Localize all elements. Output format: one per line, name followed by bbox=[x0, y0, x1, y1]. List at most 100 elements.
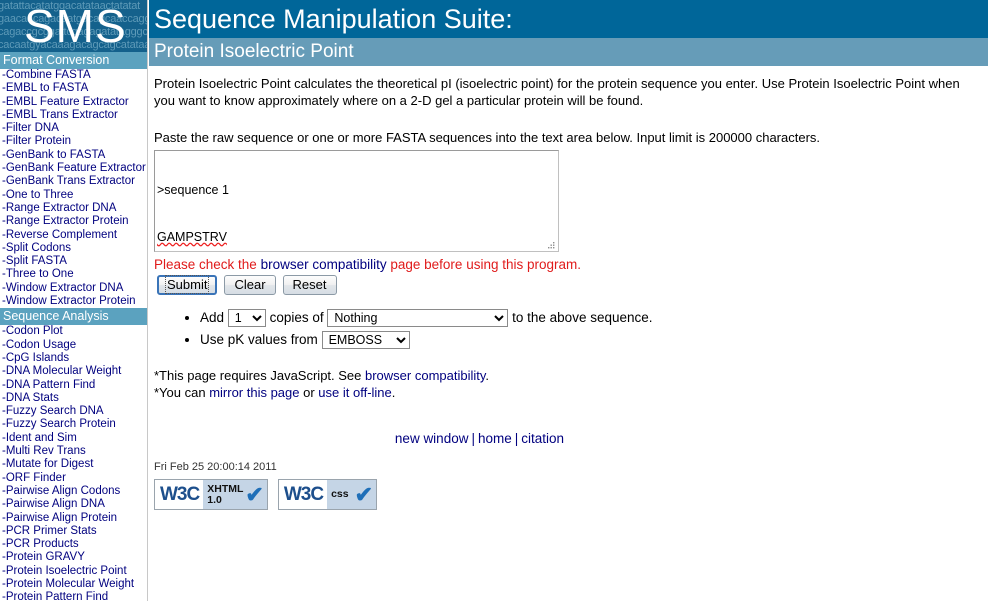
use-offline-link[interactable]: use it off-line bbox=[318, 385, 391, 400]
options-list: Add 12345678910 copies of NothingHistidi… bbox=[154, 307, 983, 350]
sidebar: gatattacatatggacatataactatatat gaacaacag… bbox=[0, 0, 148, 601]
tool-description: Protein Isoelectric Point calculates the… bbox=[154, 76, 960, 108]
timestamp: Fri Feb 25 20:00:14 2011 bbox=[154, 461, 277, 473]
sidebar-item-window-extractor-protein[interactable]: -Window Extractor Protein bbox=[0, 295, 147, 308]
clear-button[interactable]: Clear bbox=[224, 275, 276, 295]
logo-text: SMS bbox=[24, 0, 127, 52]
css-badge-lines: css bbox=[331, 480, 353, 500]
browser-warning: Please check the browser compatibility p… bbox=[154, 257, 983, 273]
copies-count-select[interactable]: 12345678910 bbox=[227, 309, 266, 328]
sidebar-item-protein-gravy[interactable]: -Protein GRAVY bbox=[0, 551, 147, 564]
sidebar-item-pcr-products[interactable]: -PCR Products bbox=[0, 538, 147, 551]
warning-text-after: page before using this program. bbox=[386, 257, 581, 272]
xhtml-badge-lines: XHTML 1.0 bbox=[207, 480, 243, 506]
clear-button-label: Clear bbox=[234, 277, 266, 292]
xhtml-validator-badge[interactable]: W3C XHTML 1.0 ✔ bbox=[154, 479, 268, 510]
sidebar-item-mutate-for-digest[interactable]: -Mutate for Digest bbox=[0, 458, 147, 471]
sidebar-item-embl-to-fasta[interactable]: -EMBL to FASTA bbox=[0, 82, 147, 95]
sidebar-item-dna-molecular-weight[interactable]: -DNA Molecular Weight bbox=[0, 365, 147, 378]
css-validator-badge[interactable]: W3C css ✔ bbox=[277, 479, 378, 510]
warning-text-before: Please check the bbox=[154, 257, 261, 272]
page-subtitle: Protein Isoelectric Point bbox=[149, 38, 988, 66]
reset-button[interactable]: Reset bbox=[282, 275, 337, 295]
sidebar-item-genbank-to-fasta[interactable]: -GenBank to FASTA bbox=[0, 149, 147, 162]
button-row: Submit Clear Reset bbox=[157, 275, 983, 295]
sidebar-item-cpg-islands[interactable]: -CpG Islands bbox=[0, 352, 147, 365]
sidebar-section-heading: Format Conversion bbox=[0, 52, 147, 69]
sidebar-nav: Format Conversion -Combine FASTA -EMBL to … bbox=[0, 52, 147, 601]
sidebar-item-genbank-trans-extractor[interactable]: -GenBank Trans Extractor bbox=[0, 175, 147, 188]
w3c-logo-text: W3C bbox=[283, 484, 324, 505]
sequence-line: GAMPSTRV bbox=[157, 229, 227, 244]
sidebar-item-combine-fasta[interactable]: -Combine FASTA bbox=[0, 69, 147, 82]
sidebar-item-protein-isoelectric-point[interactable]: -Protein Isoelectric Point bbox=[0, 565, 147, 578]
sidebar-item-split-codons[interactable]: -Split Codons bbox=[0, 242, 147, 255]
sidebar-item-protein-pattern-find[interactable]: -Protein Pattern Find bbox=[0, 591, 147, 601]
note-browser-compatibility-link[interactable]: browser compatibility bbox=[365, 368, 485, 383]
page-title: Sequence Manipulation Suite: bbox=[149, 0, 988, 38]
note-javascript-before: *This page requires JavaScript. See bbox=[154, 368, 365, 383]
add-copies-prefix: Add bbox=[200, 310, 225, 325]
sidebar-item-codon-usage[interactable]: -Codon Usage bbox=[0, 339, 147, 352]
note-mirror-mid: or bbox=[299, 384, 319, 400]
sidebar-item-embl-feature-extractor[interactable]: -EMBL Feature Extractor bbox=[0, 96, 147, 109]
submit-button-label: Submit bbox=[164, 275, 210, 294]
link-separator: | bbox=[471, 431, 475, 446]
browser-compatibility-link[interactable]: browser compatibility bbox=[261, 257, 387, 272]
note-mirror: *You can mirror this page or use it off-… bbox=[154, 385, 983, 402]
xhtml-badge-line2: 1.0 bbox=[207, 494, 222, 506]
sidebar-item-codon-plot[interactable]: -Codon Plot bbox=[0, 325, 147, 338]
sidebar-item-reverse-complement[interactable]: -Reverse Complement bbox=[0, 229, 147, 242]
sidebar-item-range-extractor-protein[interactable]: -Range Extractor Protein bbox=[0, 215, 147, 228]
page-root: gatattacatatggacatataactatatat gaacaacag… bbox=[0, 0, 988, 601]
new-window-link[interactable]: new window bbox=[395, 431, 469, 446]
copies-item-select[interactable]: NothingHistidine tagStrep tagFLAG tagMyc… bbox=[327, 309, 509, 328]
sidebar-item-fuzzy-search-protein[interactable]: -Fuzzy Search Protein bbox=[0, 418, 147, 431]
main-content: Sequence Manipulation Suite: Protein Iso… bbox=[149, 0, 988, 601]
sidebar-section-heading: Sequence Analysis bbox=[0, 308, 147, 326]
note-mirror-before: *You can bbox=[154, 384, 210, 400]
sidebar-item-ident-and-sim[interactable]: -Ident and Sim bbox=[0, 432, 147, 445]
content-area: Protein Isoelectric Point calculates the… bbox=[149, 66, 988, 510]
sidebar-item-genbank-feature-extractor[interactable]: -GenBank Feature Extractor bbox=[0, 162, 147, 175]
option-add-copies: Add 12345678910 copies of NothingHistidi… bbox=[200, 307, 983, 328]
sms-logo: gatattacatatggacatataactatatat gaacaacag… bbox=[0, 0, 147, 52]
sidebar-item-dna-pattern-find[interactable]: -DNA Pattern Find bbox=[0, 379, 147, 392]
sidebar-item-one-to-three[interactable]: -One to Three bbox=[0, 189, 147, 202]
sequence-input[interactable]: >sequence 1 GAMPSTRV >sequence 2 MPSTYLL… bbox=[154, 150, 559, 252]
sidebar-item-pairwise-align-protein[interactable]: -Pairwise Align Protein bbox=[0, 512, 147, 525]
sidebar-item-range-extractor-dna[interactable]: -Range Extractor DNA bbox=[0, 202, 147, 215]
css-badge-body: css ✔ bbox=[327, 480, 377, 509]
reset-button-label: Reset bbox=[292, 277, 327, 292]
pk-values-prefix: Use pK values from bbox=[200, 332, 318, 347]
link-separator: | bbox=[514, 431, 519, 446]
sidebar-item-pcr-primer-stats[interactable]: -PCR Primer Stats bbox=[0, 525, 147, 538]
footer-links: new window | home | citation bbox=[154, 431, 983, 446]
sidebar-item-fuzzy-search-dna[interactable]: -Fuzzy Search DNA bbox=[0, 405, 147, 418]
submit-button[interactable]: Submit bbox=[157, 275, 218, 295]
sidebar-item-embl-trans-extractor[interactable]: -EMBL Trans Extractor bbox=[0, 109, 147, 122]
note-mirror-after: . bbox=[391, 384, 396, 400]
note-javascript-after: . bbox=[485, 368, 490, 383]
sidebar-item-pairwise-align-dna[interactable]: -Pairwise Align DNA bbox=[0, 498, 147, 511]
validator-badges: W3C XHTML 1.0 ✔ W3C css ✔ bbox=[154, 479, 983, 510]
option-pk-values: Use pK values from EMBOSSDTASelectSolomo… bbox=[200, 329, 983, 350]
sidebar-item-three-to-one[interactable]: -Three to One bbox=[0, 268, 147, 281]
sidebar-item-window-extractor-dna[interactable]: -Window Extractor DNA bbox=[0, 282, 147, 295]
sidebar-item-pairwise-align-codons[interactable]: -Pairwise Align Codons bbox=[0, 485, 147, 498]
mirror-page-link[interactable]: mirror this page bbox=[209, 385, 299, 400]
sidebar-item-protein-molecular-weight[interactable]: -Protein Molecular Weight bbox=[0, 578, 147, 591]
sidebar-item-split-fasta[interactable]: -Split FASTA bbox=[0, 255, 147, 268]
sidebar-item-dna-stats[interactable]: -DNA Stats bbox=[0, 392, 147, 405]
citation-link[interactable]: citation bbox=[521, 431, 564, 446]
sidebar-item-filter-protein[interactable]: -Filter Protein bbox=[0, 135, 147, 148]
sidebar-item-filter-dna[interactable]: -Filter DNA bbox=[0, 122, 147, 135]
sidebar-item-multi-rev-trans[interactable]: -Multi Rev Trans bbox=[0, 445, 147, 458]
checkmark-icon: ✔ bbox=[354, 482, 374, 507]
home-link[interactable]: home bbox=[478, 431, 512, 446]
pk-values-select[interactable]: EMBOSSDTASelectSolomonSilleroRodwellPatr… bbox=[321, 331, 410, 350]
sidebar-item-orf-finder[interactable]: -ORF Finder bbox=[0, 472, 147, 485]
add-copies-suffix: to the above sequence. bbox=[512, 310, 653, 325]
notes-block: *This page requires JavaScript. See brow… bbox=[154, 368, 983, 401]
paste-instruction: Paste the raw sequence or one or more FA… bbox=[154, 130, 821, 145]
